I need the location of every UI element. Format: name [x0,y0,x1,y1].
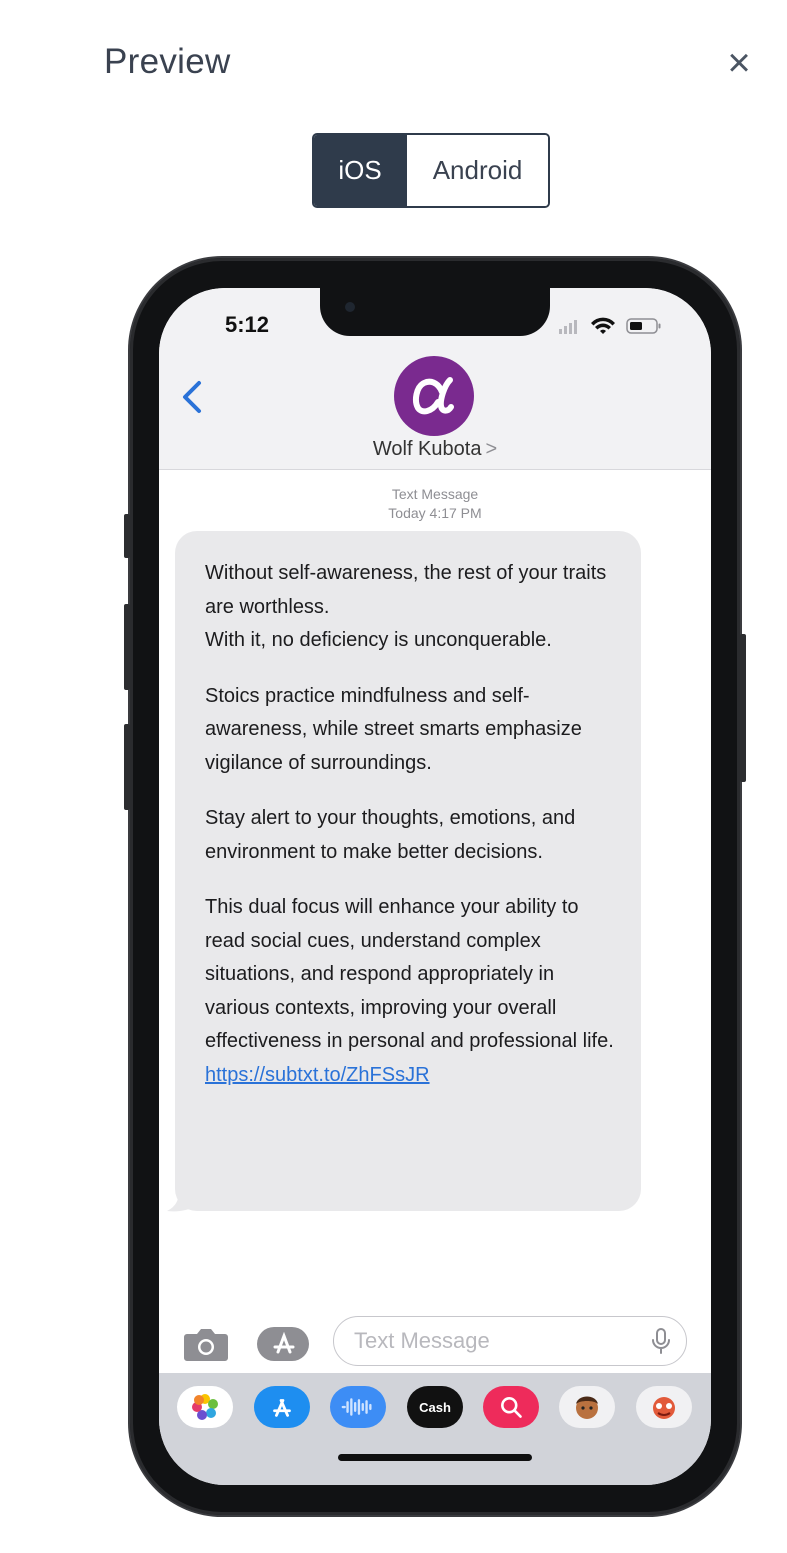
search-images-icon[interactable] [483,1386,539,1428]
memoji-icon[interactable] [559,1386,615,1428]
message-text: With it, no deficiency is unconquerable. [205,629,552,651]
signal-icon [559,320,577,334]
apple-cash-icon[interactable]: Cash [407,1386,463,1428]
phone-frame: 5:12 Wolf Kubota > Text Message Today 4:… [124,258,746,1515]
message-type-label: Text Message [391,486,479,502]
message-bubble: Without self-awareness, the rest of your… [175,531,641,1211]
animoji-icon[interactable] [636,1386,692,1428]
photos-glyph [192,1394,218,1420]
search-glyph [501,1397,522,1418]
message-link[interactable]: https://subtxt.to/ZhFSsJR [205,1064,430,1086]
chevron-right-icon: > [485,438,498,460]
modal-title: Preview [104,42,231,81]
close-icon[interactable]: × [718,42,760,84]
app-store-toggle-icon[interactable] [256,1326,310,1362]
status-time: 5:12 [225,312,270,337]
contact-name: Wolf Kubota [372,438,482,460]
animoji-glyph [653,1397,675,1419]
side-button [124,514,130,558]
side-button [124,604,130,690]
tab-android[interactable]: Android [406,135,548,206]
alpha-logo-icon [413,377,454,415]
status-icons [559,317,661,334]
camera-dot [345,302,355,312]
battery-icon [626,318,661,334]
platform-toggle: iOS Android [312,133,550,208]
message-paragraph: Stay alert to your thoughts, emotions, a… [205,807,576,863]
audio-message-icon[interactable] [330,1386,386,1428]
notch [320,288,550,336]
message-input-field[interactable] [333,1316,687,1366]
message-text: Without self-awareness, the rest of your… [205,562,607,618]
app-store-glyph [273,1399,291,1417]
contact-name-link[interactable]: Wolf Kubota > [159,438,711,461]
microphone-icon[interactable] [652,1328,670,1354]
camera-icon[interactable] [183,1326,229,1362]
back-chevron-icon[interactable] [179,380,205,414]
side-button [124,724,130,810]
photos-icon[interactable] [177,1386,233,1428]
message-meta: Text Message Today 4:17 PM [159,485,711,523]
message-timestamp: Today 4:17 PM [388,505,482,521]
message-paragraph: Stoics practice mindfulness and self-awa… [205,684,582,774]
tab-ios[interactable]: iOS [314,135,406,206]
message-input[interactable] [352,1317,636,1365]
app-drawer: Cash [159,1373,711,1485]
composer [159,1316,711,1376]
wifi-icon [591,317,615,334]
audio-wave-glyph [341,1398,372,1416]
memoji-glyph [576,1396,598,1419]
message-paragraph: Without self-awareness, the rest of your… [205,557,621,658]
phone-screen: 5:12 Wolf Kubota > Text Message Today 4:… [159,288,711,1485]
home-indicator [338,1454,532,1461]
message-text: This dual focus will enhance your abilit… [205,896,614,1052]
avatar[interactable] [394,356,474,436]
apple-cash-label: Cash [419,1399,451,1415]
side-button [740,634,746,782]
app-store-icon[interactable] [254,1386,310,1428]
message-paragraph: This dual focus will enhance your abilit… [205,891,621,1092]
